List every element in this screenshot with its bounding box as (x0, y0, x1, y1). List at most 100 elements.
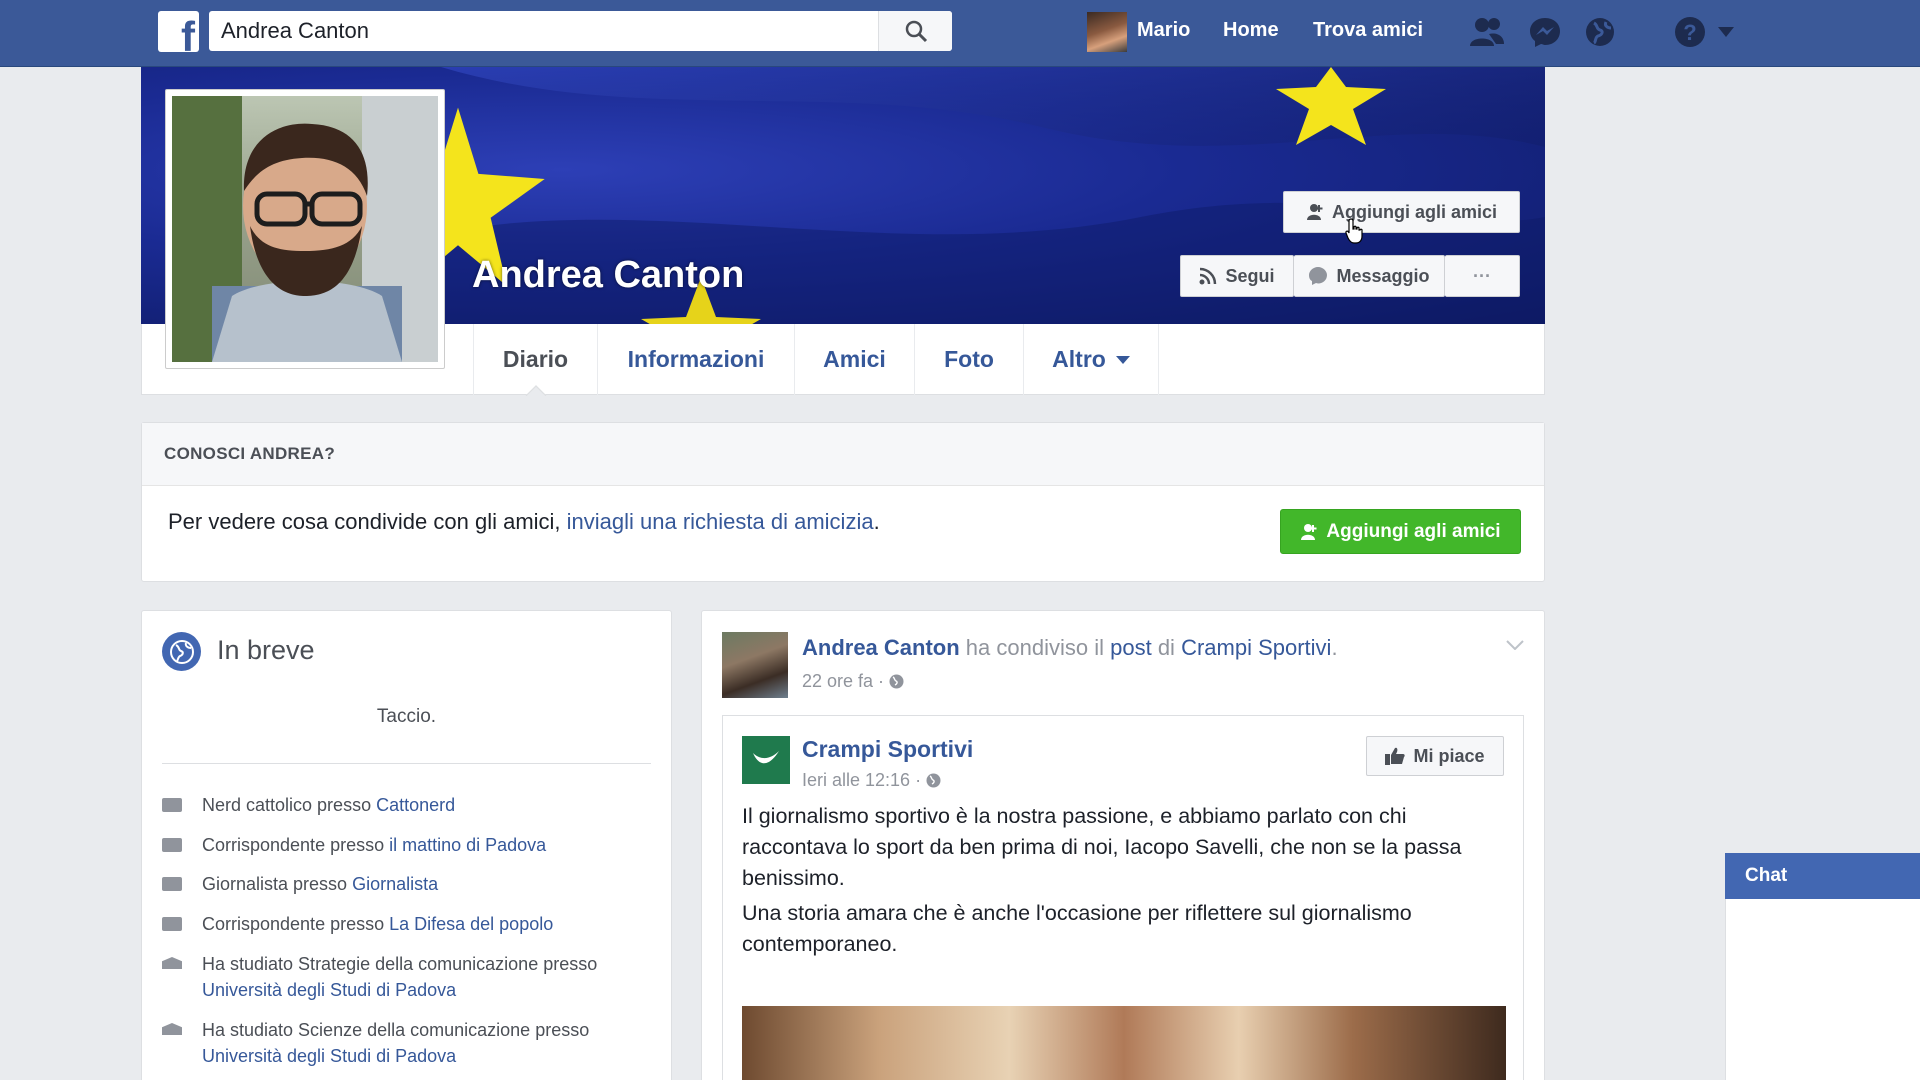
post-link[interactable]: post (1110, 635, 1152, 660)
intro-item-link[interactable]: La Difesa del popolo (389, 914, 553, 934)
tab-label: Foto (944, 346, 994, 372)
add-friend-green-label: Aggiungi agli amici (1326, 520, 1501, 542)
intro-item-link[interactable]: Cattonerd (376, 795, 455, 815)
shared-post-timestamp: Ieri alle 12:16 · (802, 770, 941, 791)
notifications-globe-icon[interactable] (1582, 14, 1618, 50)
tab-informazioni[interactable]: Informazioni (598, 324, 795, 395)
profile-name: Andrea Canton (472, 254, 745, 296)
post-paragraph: Il giornalismo sportivo è la nostra pass… (742, 804, 1462, 890)
search-icon (905, 20, 927, 43)
intro-item-link[interactable]: Giornalista (352, 874, 438, 894)
friend-requests-icon[interactable] (1469, 14, 1505, 50)
public-globe-icon (889, 674, 904, 689)
globe-icon (162, 632, 201, 671)
school-icon (162, 957, 182, 969)
know-text-prefix: Per vedere cosa condivide con gli amici, (168, 509, 567, 534)
post-card: Andrea Canton ha condiviso il post di Cr… (701, 610, 1545, 1080)
shared-page-name[interactable]: Crampi Sportivi (802, 736, 973, 763)
intro-item-text: Ha studiato Strategie della comunicazion… (202, 954, 598, 974)
know-andrea-card: CONOSCI ANDREA? Per vedere cosa condivid… (141, 422, 1545, 582)
intro-item-text: Giornalista presso (202, 874, 353, 894)
follow-button[interactable]: Segui (1180, 255, 1294, 297)
intro-item-text: Ha studiato Scienze della comunicazione … (202, 1020, 590, 1040)
search-input[interactable] (209, 11, 877, 51)
post-timestamp: 22 ore fa · (802, 671, 904, 692)
cover-add-friend-button[interactable]: Aggiungi agli amici (1283, 191, 1520, 233)
search-box (209, 11, 952, 51)
user-profile-link[interactable]: Mario (1137, 19, 1190, 42)
intro-item-link[interactable]: Università degli Studi di Padova (202, 980, 456, 1000)
post-of-text: di (1151, 635, 1182, 660)
home-link[interactable]: Home (1223, 19, 1279, 42)
intro-item: Nerd cattolico presso Cattonerd (162, 792, 652, 818)
intro-item-text: Corrispondente presso (202, 914, 390, 934)
thumbs-up-icon (1385, 747, 1406, 765)
intro-item: Giornalista presso Giornalista (162, 871, 652, 897)
work-icon (162, 917, 182, 931)
work-icon (162, 798, 182, 812)
more-options-icon: ··· (1473, 265, 1491, 286)
top-navigation-bar: f Mario Home Trova amici ? (0, 0, 1920, 67)
crampi-sportivi-logo[interactable] (742, 736, 790, 784)
send-friend-request-link[interactable]: inviagli una richiesta di amicizia (567, 509, 874, 534)
help-icon[interactable]: ? (1672, 14, 1708, 50)
intro-item-link[interactable]: Università degli Studi di Padova (202, 1046, 456, 1066)
account-menu-chevron-icon[interactable] (1715, 14, 1737, 50)
chevron-down-icon (1115, 355, 1130, 364)
tab-diario[interactable]: Diario (473, 324, 598, 396)
intro-item-text: Nerd cattolico presso (202, 795, 377, 815)
message-button[interactable]: Messaggio (1294, 255, 1445, 297)
know-andrea-header: CONOSCI ANDREA? (142, 423, 1544, 486)
work-icon (162, 838, 182, 852)
post-paragraph: Una storia amara che è anche l'occasione… (742, 901, 1412, 956)
search-button[interactable] (878, 11, 952, 51)
intro-item: Ha studiato Scienze della comunicazione … (162, 1017, 652, 1069)
user-avatar[interactable] (1087, 12, 1127, 52)
school-icon (162, 1023, 182, 1035)
add-friend-icon (1301, 523, 1317, 540)
messenger-icon[interactable] (1527, 14, 1563, 50)
tab-label: Amici (823, 346, 886, 372)
post-author-avatar[interactable] (722, 632, 788, 698)
intro-card: In breve Taccio. Nerd cattolico presso C… (141, 610, 672, 1080)
tab-foto[interactable]: Foto (915, 324, 1024, 395)
post-options-chevron-icon[interactable] (1506, 637, 1524, 655)
know-text-suffix: . (873, 509, 880, 534)
message-label: Messaggio (1336, 265, 1430, 286)
follow-label: Segui (1225, 265, 1275, 286)
chat-tab[interactable]: Chat (1725, 853, 1920, 899)
add-friend-icon (1306, 204, 1323, 220)
intro-title: In breve (217, 635, 315, 665)
intro-item: Ha studiato Strategie della comunicazion… (162, 951, 652, 1003)
add-friend-green-button[interactable]: Aggiungi agli amici (1280, 509, 1521, 554)
like-label: Mi piace (1413, 745, 1485, 766)
work-icon (162, 877, 182, 891)
profile-picture[interactable] (165, 89, 445, 369)
tab-altro[interactable]: Altro (1024, 324, 1159, 395)
rss-follow-icon (1199, 267, 1217, 285)
messenger-small-icon (1309, 267, 1328, 285)
public-globe-icon (926, 773, 941, 788)
shared-post: Crampi Sportivi Ieri alle 12:16 · Mi pia… (722, 715, 1524, 1080)
intro-item-link[interactable]: il mattino di Padova (389, 835, 546, 855)
tab-label: Altro (1052, 346, 1106, 372)
shared-page-link[interactable]: Crampi Sportivi (1181, 635, 1331, 660)
intro-item-text: Corrispondente presso (202, 835, 390, 855)
post-end-text: . (1331, 635, 1338, 660)
find-friends-link[interactable]: Trova amici (1313, 19, 1423, 42)
mouse-cursor-icon (1345, 218, 1363, 244)
intro-item: Corrispondente presso il mattino di Pado… (162, 832, 652, 858)
shared-time-text[interactable]: Ieri alle 12:16 · (802, 770, 926, 790)
more-options-button[interactable]: ··· (1445, 255, 1520, 297)
intro-item: Corrispondente presso La Difesa del popo… (162, 911, 652, 937)
post-time-text[interactable]: 22 ore fa · (802, 671, 889, 691)
facebook-logo-icon[interactable]: f (158, 11, 199, 52)
like-page-button[interactable]: Mi piace (1366, 736, 1504, 776)
tab-amici[interactable]: Amici (795, 324, 915, 395)
post-author-link[interactable]: Andrea Canton (802, 635, 960, 660)
know-andrea-text: Per vedere cosa condivide con gli amici,… (168, 509, 880, 535)
active-tab-indicator (525, 385, 547, 396)
post-image[interactable] (742, 1006, 1506, 1080)
post-action-text: ha condiviso il (959, 635, 1111, 660)
post-header: Andrea Canton ha condiviso il post di Cr… (802, 635, 1338, 661)
